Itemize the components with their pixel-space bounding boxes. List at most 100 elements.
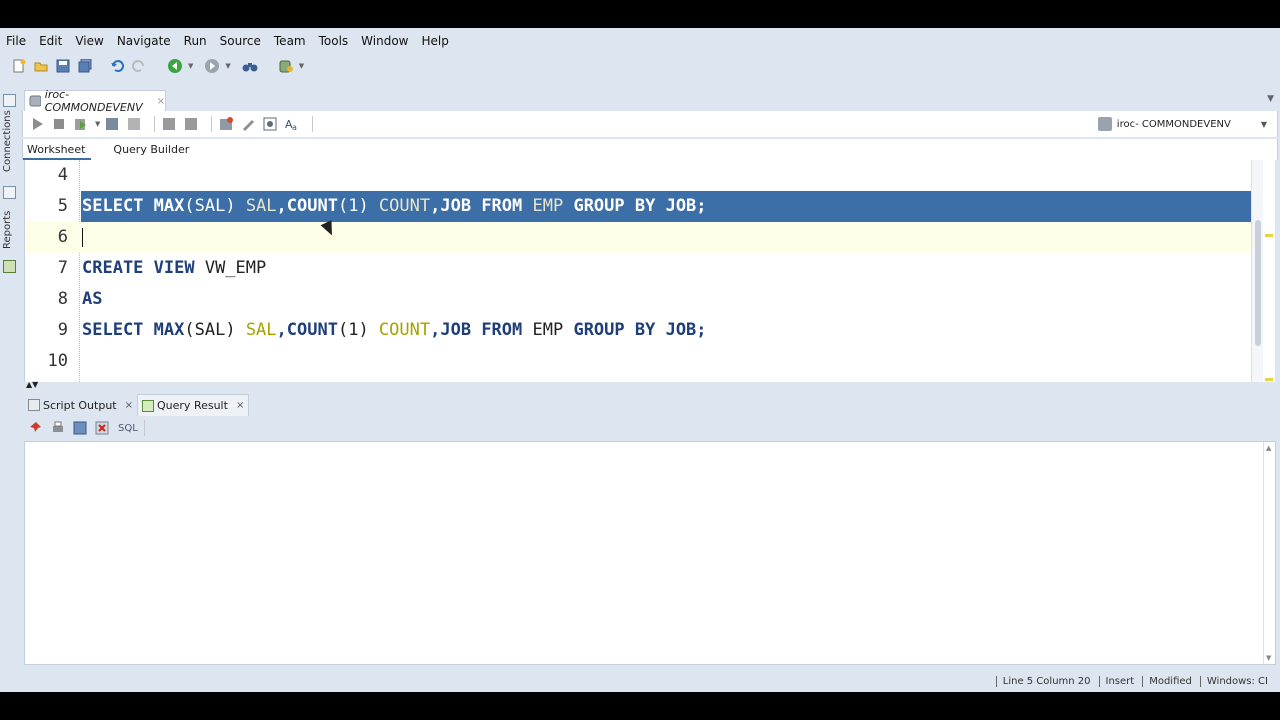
toolbar-separator [211, 116, 213, 132]
chevron-down-icon[interactable]: ▼ [225, 62, 230, 70]
database-tools-icon[interactable] [277, 57, 295, 75]
occurrence-marker[interactable] [1265, 378, 1273, 381]
undo-icon[interactable] [108, 57, 126, 75]
menu-view[interactable]: View [75, 34, 103, 48]
pin-icon[interactable] [28, 420, 44, 436]
chevron-down-icon[interactable]: ▼ [299, 62, 304, 70]
worksheet-toolbar: ▼ Aa iroc- COMMONDEVENV ▼ [22, 111, 1278, 137]
close-icon[interactable]: × [157, 96, 165, 107]
menu-team[interactable]: Team [274, 34, 306, 48]
run-statement-icon[interactable] [29, 116, 45, 132]
cancel-query-icon[interactable] [94, 420, 110, 436]
menu-navigate[interactable]: Navigate [117, 34, 171, 48]
worksheet-document-tab[interactable]: iroc- COMMONDEVENV × [24, 88, 166, 114]
reports-panel-icon[interactable] [3, 186, 16, 199]
line-number: 10 [47, 351, 68, 371]
worksheet-tabs: Worksheet Query Builder [22, 139, 1278, 160]
tab-script-output-label: Script Output [43, 398, 117, 412]
code-line: 4 [25, 160, 1263, 191]
line-number: 8 [57, 289, 68, 309]
code-text: SELECT MAX(SAL) SAL,COUNT(1) COUNT,JOB F… [82, 196, 707, 216]
line-number: 9 [57, 320, 68, 340]
refresh-icon[interactable] [72, 420, 88, 436]
open-folder-icon[interactable] [32, 57, 50, 75]
status-insert-mode: Insert [1098, 675, 1143, 687]
code-line-selected: 5 SELECT MAX(SAL) SAL,COUNT(1) COUNT,JOB… [25, 191, 1263, 222]
code-line: 9 SELECT MAX(SAL) SAL,COUNT(1) COUNT,JOB… [25, 315, 1263, 346]
window-menu-icon[interactable]: ▼ [1267, 94, 1274, 104]
run-script-icon[interactable] [73, 116, 89, 132]
sql-button[interactable]: SQL [118, 423, 138, 434]
connections-tab[interactable]: Connections [2, 110, 18, 172]
redo-icon[interactable] [130, 57, 148, 75]
menu-source[interactable]: Source [220, 34, 261, 48]
editor-vertical-scrollbar[interactable] [1251, 160, 1263, 382]
history-icon[interactable] [262, 116, 278, 132]
close-icon[interactable]: × [125, 400, 133, 411]
forward-icon[interactable] [203, 57, 221, 75]
toolbar-separator [143, 420, 145, 436]
connection-select[interactable]: iroc- COMMONDEVENV ▼ [1097, 115, 1267, 133]
menu-edit[interactable]: Edit [39, 34, 62, 48]
scrollbar-thumb[interactable] [1255, 220, 1261, 346]
result-vertical-scrollbar[interactable]: ▲ ▼ [1263, 442, 1275, 664]
back-icon[interactable] [166, 57, 184, 75]
database-icon [29, 95, 41, 107]
scroll-up-icon[interactable]: ▲ [1266, 444, 1271, 452]
split-pane-divider[interactable]: ▲▼ [24, 380, 1276, 390]
autotrace-icon[interactable] [104, 116, 120, 132]
chevron-down-icon[interactable]: ▼ [188, 62, 193, 70]
binoculars-icon[interactable] [241, 57, 259, 75]
menu-bar: File Edit View Navigate Run Source Team … [0, 28, 1280, 54]
status-modified: Modified [1142, 675, 1200, 687]
scroll-down-icon[interactable]: ▼ [1266, 654, 1271, 662]
connections-panel-icon[interactable] [3, 94, 16, 107]
main-toolbar: ▼ ▼ ▼ [0, 54, 1280, 78]
query-result-grid[interactable]: ▲ ▼ [24, 441, 1276, 665]
close-icon[interactable]: × [236, 400, 244, 411]
tab-query-result-label: Query Result [157, 399, 228, 412]
chevron-down-icon[interactable]: ▼ [95, 120, 100, 128]
rollback-icon[interactable] [183, 116, 199, 132]
query-result-icon [142, 399, 155, 412]
status-encoding: Windows: CI [1199, 675, 1276, 687]
save-all-icon[interactable] [76, 57, 94, 75]
sql-tuning-icon[interactable] [218, 116, 234, 132]
menu-help[interactable]: Help [422, 34, 449, 48]
print-icon[interactable] [50, 420, 66, 436]
menu-file[interactable]: File [6, 34, 26, 48]
overview-ruler [1263, 160, 1275, 382]
reports-tab[interactable]: Reports [2, 204, 18, 256]
code-line: 8 AS [25, 284, 1263, 315]
toolbar-separator [154, 116, 156, 132]
stop-icon[interactable] [51, 116, 67, 132]
tab-query-result[interactable]: Query Result × [137, 394, 250, 416]
output-tabs: Script Output × Query Result × [24, 394, 1276, 416]
sql-editor[interactable]: 4 5 SELECT MAX(SAL) SAL,COUNT(1) COUNT,J… [24, 160, 1263, 382]
menu-tools[interactable]: Tools [319, 34, 349, 48]
toolbar-separator [312, 116, 314, 132]
connection-select-value: iroc- COMMONDEVENV [1116, 118, 1231, 130]
script-output-icon [28, 399, 40, 411]
tab-query-builder[interactable]: Query Builder [109, 139, 195, 160]
format-icon[interactable]: Aa [284, 116, 300, 132]
split-arrows-icon[interactable]: ▲▼ [26, 380, 38, 389]
chevron-down-icon[interactable]: ▼ [1261, 120, 1267, 129]
save-icon[interactable] [54, 57, 72, 75]
clear-icon[interactable] [240, 116, 256, 132]
tab-script-output[interactable]: Script Output × [24, 394, 137, 416]
left-side-rail: Connections Reports [0, 90, 20, 290]
explain-plan-icon[interactable] [126, 116, 142, 132]
code-line: 7 CREATE VIEW VW_EMP [25, 253, 1263, 284]
text-caret [82, 228, 83, 247]
code-line-current: 6 [25, 222, 1263, 253]
commit-icon[interactable] [161, 116, 177, 132]
line-number: 6 [57, 227, 68, 247]
menu-window[interactable]: Window [361, 34, 408, 48]
new-file-icon[interactable] [10, 57, 28, 75]
tab-worksheet[interactable]: Worksheet [23, 139, 92, 160]
occurrence-marker[interactable] [1265, 234, 1273, 237]
code-text: SELECT MAX(SAL) SAL,COUNT(1) COUNT,JOB F… [82, 320, 707, 340]
reports-icon[interactable] [3, 260, 16, 273]
menu-run[interactable]: Run [184, 34, 207, 48]
